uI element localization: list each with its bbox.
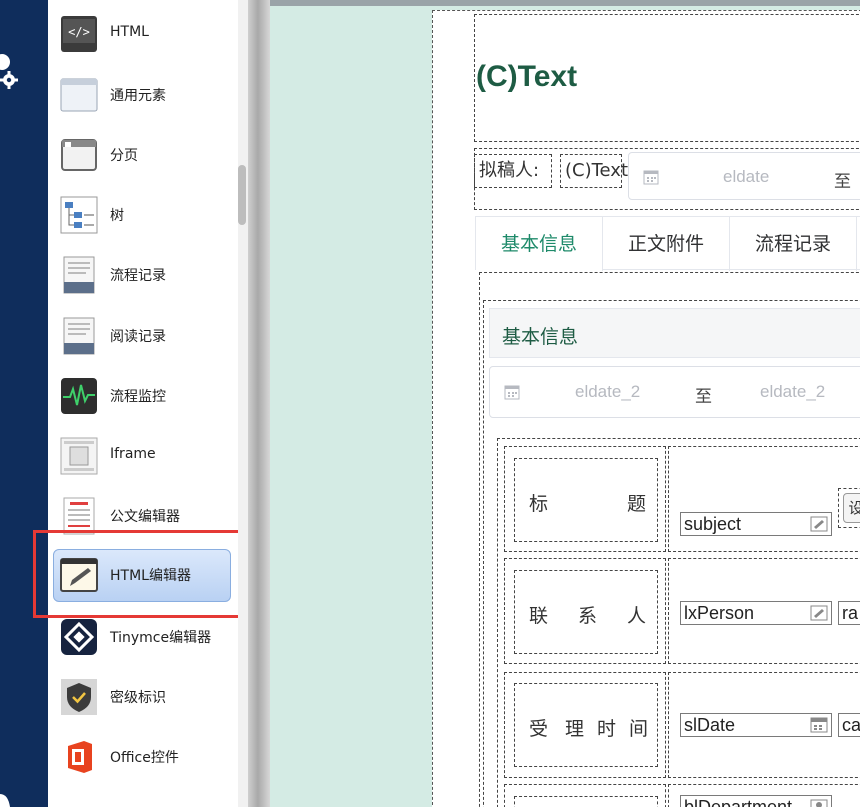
- row-label-contact: 联 系 人: [514, 570, 658, 654]
- accept-date-input[interactable]: slDate: [680, 713, 832, 737]
- palette-item-pagination[interactable]: 分页: [48, 126, 238, 182]
- date-end-input[interactable]: eldate_2: [760, 382, 825, 402]
- row-label-accept-time: 受 理 时 间: [514, 683, 658, 767]
- tab-flow-records[interactable]: 流程记录: [730, 217, 857, 271]
- section-title: 基本信息: [502, 326, 579, 348]
- palette-scrollbar-thumb[interactable]: [238, 165, 246, 225]
- widget-palette: </> HTML 通用元素 分页 树 流程记录 阅读记录 流程监控 Iframe…: [48, 0, 248, 807]
- tab-basic-info[interactable]: 基本信息: [476, 217, 603, 271]
- palette-item-label: 公文编辑器: [110, 509, 180, 525]
- app-rail: [0, 0, 48, 807]
- palette-item-security-level[interactable]: 密级标识: [48, 668, 238, 724]
- palette-item-generic-element[interactable]: 通用元素: [48, 66, 238, 122]
- monitor-icon: [61, 378, 97, 414]
- folder-tab-icon: [61, 139, 97, 171]
- edit-icon: [810, 516, 828, 532]
- tab-bar: 基本信息 正文附件 流程记录: [475, 216, 860, 271]
- palette-item-office-control[interactable]: Office控件: [48, 728, 238, 784]
- canvas-top-bar: [270, 0, 860, 6]
- palette-item-label: 密级标识: [110, 690, 166, 706]
- date-start-input[interactable]: eldate: [723, 167, 769, 187]
- palette-item-label: 树: [110, 208, 124, 224]
- contact-person-input[interactable]: lxPerson: [680, 601, 832, 625]
- palette-item-label: 通用元素: [110, 88, 166, 104]
- contact-extra-input[interactable]: ra: [838, 601, 860, 625]
- palette-item-label: 阅读记录: [110, 329, 166, 345]
- palette-item-label: Office控件: [110, 750, 179, 766]
- date-start-input[interactable]: eldate_2: [575, 382, 640, 402]
- drafter-value[interactable]: (C)Text: [560, 154, 628, 188]
- palette-item-flow-log[interactable]: 流程记录: [48, 246, 238, 302]
- panel-splitter[interactable]: [248, 0, 270, 807]
- palette-item-partial[interactable]: [48, 788, 238, 807]
- date-range-picker-2[interactable]: eldate_2 至 eldate_2: [489, 366, 860, 418]
- log-icon: [63, 256, 95, 294]
- row-label-subject: 标 题: [514, 458, 658, 542]
- department-input[interactable]: blDepartment: [680, 795, 832, 807]
- date-range-separator: 至: [834, 172, 851, 192]
- drafter-label[interactable]: 拟稿人:: [474, 154, 552, 188]
- calendar-icon: [643, 170, 659, 185]
- palette-item-read-log[interactable]: 阅读记录: [48, 307, 238, 363]
- palette-scrollbar[interactable]: [238, 0, 248, 807]
- code-icon: </>: [61, 16, 97, 52]
- date-range-picker-1[interactable]: eldate 至: [628, 152, 860, 200]
- palette-item-label: 分页: [110, 148, 138, 164]
- settings-gear-icon[interactable]: [0, 48, 22, 96]
- palette-item-flow-monitor[interactable]: 流程监控: [48, 367, 238, 423]
- palette-item-label: Tinymce编辑器: [110, 630, 212, 646]
- subject-input[interactable]: subject: [680, 512, 832, 536]
- accept-extra-input[interactable]: ca: [838, 713, 860, 737]
- tab-body-attachments[interactable]: 正文附件: [603, 217, 730, 271]
- window-icon: [60, 78, 98, 112]
- edit-icon: [810, 605, 828, 621]
- office-icon: [68, 741, 92, 773]
- log-icon: [63, 317, 95, 355]
- palette-item-label: HTML: [110, 24, 149, 40]
- table-cell: [668, 446, 860, 552]
- palette-item-label: 流程记录: [110, 268, 166, 284]
- date-range-separator: 至: [695, 387, 712, 407]
- row-label-department: [514, 796, 658, 807]
- iframe-icon: [60, 437, 98, 475]
- set-button-frame: 设: [838, 488, 860, 528]
- rail-bottom-icon[interactable]: [0, 790, 14, 807]
- palette-item-iframe[interactable]: Iframe: [48, 427, 238, 483]
- form-title[interactable]: (C)Text: [476, 60, 577, 94]
- palette-item-html[interactable]: </> HTML: [48, 5, 238, 61]
- palette-item-label: Iframe: [110, 446, 156, 462]
- person-icon: [810, 799, 828, 807]
- calendar-icon: [504, 385, 520, 400]
- tree-icon: [60, 196, 98, 234]
- svg-text:</>: </>: [68, 25, 90, 39]
- tinymce-icon: [61, 619, 97, 655]
- calendar-icon: [810, 717, 828, 733]
- section-header[interactable]: 基本信息: [489, 308, 860, 358]
- palette-item-label: 流程监控: [110, 389, 166, 405]
- next-widget-icon: [60, 798, 98, 807]
- shield-check-icon: [61, 679, 97, 715]
- palette-item-tree[interactable]: 树: [48, 186, 238, 242]
- set-button[interactable]: 设: [843, 493, 860, 523]
